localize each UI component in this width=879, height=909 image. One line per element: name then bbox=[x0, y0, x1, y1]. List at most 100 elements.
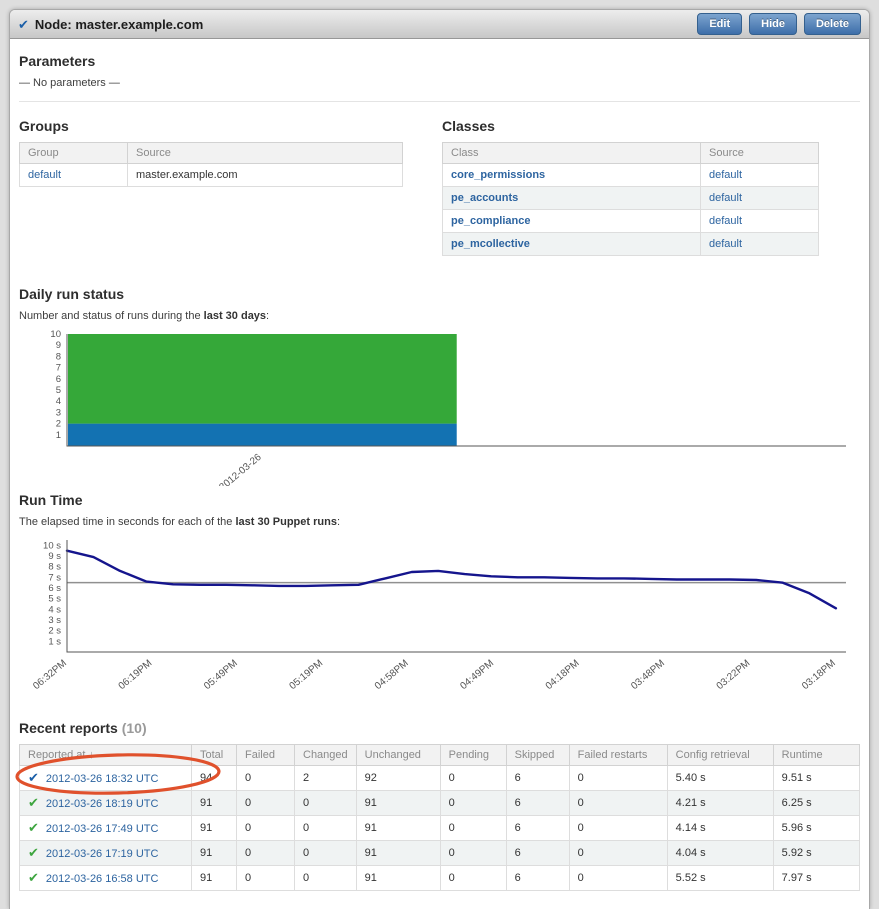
report-cell-changed: 0 bbox=[294, 865, 357, 891]
class-row: core_permissions default bbox=[442, 163, 819, 187]
svg-text:4: 4 bbox=[56, 396, 61, 407]
column-header-label: Skipped bbox=[514, 749, 555, 761]
svg-text:10: 10 bbox=[50, 329, 61, 340]
reports-column-skipped: Skipped bbox=[505, 744, 570, 766]
report-cell-failed: 0 bbox=[236, 840, 295, 866]
runtime-desc-prefix: The elapsed time in seconds for each of … bbox=[19, 516, 236, 528]
svg-text:2: 2 bbox=[56, 419, 61, 430]
class-link[interactable]: pe_compliance bbox=[451, 215, 530, 227]
svg-text:05:49PM: 05:49PM bbox=[202, 658, 240, 692]
svg-text:06:32PM: 06:32PM bbox=[31, 658, 69, 692]
hide-button[interactable]: Hide bbox=[749, 13, 797, 35]
run-time-heading: Run Time bbox=[19, 492, 83, 508]
column-header-label: Runtime bbox=[781, 749, 823, 761]
report-link[interactable]: 2012-03-26 17:49 UTC bbox=[46, 823, 159, 835]
report-cell-failed: 0 bbox=[236, 790, 295, 816]
groups-column-group: Group bbox=[19, 142, 128, 164]
report-row: ✔ 2012-03-26 17:49 UTC 91 0 0 91 0 6 0 4.14 s 5.96… bbox=[19, 815, 861, 841]
delete-button[interactable]: Delete bbox=[803, 13, 861, 35]
page-content: Parameters — No parameters — Groups Grou… bbox=[10, 39, 869, 891]
runtime-desc-suffix: : bbox=[336, 516, 341, 528]
report-cell-pending: 0 bbox=[439, 815, 507, 841]
svg-text:03:22PM: 03:22PM bbox=[715, 658, 753, 692]
daily-run-status-chart: 12345678910 2012-03-26 bbox=[50, 329, 846, 486]
groups-table: Group Source default master.example.com bbox=[19, 142, 403, 187]
svg-text:05:19PM: 05:19PM bbox=[287, 658, 325, 692]
svg-text:5: 5 bbox=[56, 385, 61, 396]
svg-text:9 s: 9 s bbox=[48, 551, 61, 562]
node-titlebar: ✔ Node: master.example.com Edit Hide Del… bbox=[10, 10, 869, 39]
class-source-link[interactable]: default bbox=[709, 192, 742, 204]
groups-column-source: Source bbox=[127, 142, 403, 164]
svg-text:4 s: 4 s bbox=[48, 604, 61, 615]
svg-text:03:48PM: 03:48PM bbox=[629, 658, 667, 692]
svg-text:7: 7 bbox=[56, 363, 61, 374]
svg-text:3: 3 bbox=[56, 407, 61, 418]
report-cell-total: 91 bbox=[191, 790, 237, 816]
unchanged-status-check-icon: ✔ bbox=[28, 795, 39, 810]
reports-column-total: Total bbox=[191, 744, 237, 766]
column-header-label: Changed bbox=[303, 749, 348, 761]
report-cell-failed-restarts: 0 bbox=[568, 815, 668, 841]
recent-reports-table: Reported at ↓ Total Failed Changed Unchanged P… bbox=[19, 744, 861, 891]
report-row: ✔ 2012-03-26 18:19 UTC 91 0 0 91 0 6 0 4.21 s 6.25… bbox=[19, 790, 861, 816]
class-row: pe_compliance default bbox=[442, 209, 819, 233]
edit-button[interactable]: Edit bbox=[697, 13, 743, 35]
report-link[interactable]: 2012-03-26 17:19 UTC bbox=[46, 848, 159, 860]
run-time-chart: 1 s2 s3 s4 s5 s6 s7 s8 s9 s10 s 06:32PM 06… bbox=[31, 540, 846, 692]
daily-run-status-description: Number and status of runs during the las… bbox=[19, 310, 860, 322]
daily-desc-prefix: Number and status of runs during the bbox=[19, 310, 204, 322]
node-page: ✔ Node: master.example.com Edit Hide Del… bbox=[9, 9, 870, 909]
report-cell-failed: 0 bbox=[236, 865, 295, 891]
reports-column-failed-restarts: Failed restarts bbox=[568, 744, 668, 766]
svg-text:06:19PM: 06:19PM bbox=[117, 658, 155, 692]
report-link[interactable]: 2012-03-26 18:32 UTC bbox=[46, 773, 159, 785]
class-source-link[interactable]: default bbox=[709, 169, 742, 181]
parameters-heading: Parameters bbox=[19, 53, 96, 69]
column-header-label: Config retrieval bbox=[675, 749, 750, 761]
svg-text:10 s: 10 s bbox=[43, 540, 61, 551]
groups-heading: Groups bbox=[19, 118, 69, 134]
column-header-label: Failed bbox=[245, 749, 275, 761]
report-cell-changed: 2 bbox=[294, 765, 357, 791]
report-cell-pending: 0 bbox=[439, 865, 507, 891]
report-cell-failed-restarts: 0 bbox=[568, 865, 668, 891]
reports-column-config-retrieval: Config retrieval bbox=[666, 744, 774, 766]
recent-reports-wrap: Reported at ↓ Total Failed Changed Unchanged P… bbox=[15, 744, 861, 891]
report-cell-config-retrieval: 4.21 s bbox=[666, 790, 774, 816]
svg-text:8 s: 8 s bbox=[48, 562, 61, 573]
class-link[interactable]: pe_mcollective bbox=[451, 238, 530, 250]
report-cell-skipped: 6 bbox=[505, 790, 570, 816]
report-link[interactable]: 2012-03-26 16:58 UTC bbox=[46, 873, 159, 885]
column-header-label: Reported at bbox=[28, 749, 86, 761]
report-cell-skipped: 6 bbox=[505, 840, 570, 866]
column-header-label: Unchanged bbox=[364, 749, 421, 761]
report-cell-pending: 0 bbox=[439, 765, 507, 791]
run-time-description: The elapsed time in seconds for each of … bbox=[19, 516, 860, 528]
report-cell-config-retrieval: 5.52 s bbox=[666, 865, 774, 891]
class-source-link[interactable]: default bbox=[709, 238, 742, 250]
report-cell-runtime: 5.92 s bbox=[772, 840, 861, 866]
class-link[interactable]: pe_accounts bbox=[451, 192, 518, 204]
report-link[interactable]: 2012-03-26 18:19 UTC bbox=[46, 798, 159, 810]
report-cell-runtime: 9.51 s bbox=[772, 765, 861, 791]
report-cell-changed: 0 bbox=[294, 815, 357, 841]
recent-reports-title: Recent reports bbox=[19, 720, 118, 736]
report-cell-pending: 0 bbox=[439, 840, 507, 866]
classes-column-class: Class bbox=[442, 142, 701, 164]
class-source-link[interactable]: default bbox=[709, 215, 742, 227]
group-link[interactable]: default bbox=[28, 169, 61, 181]
report-cell-runtime: 6.25 s bbox=[772, 790, 861, 816]
svg-text:04:18PM: 04:18PM bbox=[544, 658, 582, 692]
daily-run-status-heading: Daily run status bbox=[19, 286, 125, 302]
class-link[interactable]: core_permissions bbox=[451, 169, 545, 181]
group-row: default master.example.com bbox=[19, 163, 403, 187]
report-cell-total: 94 bbox=[191, 765, 237, 791]
report-cell-total: 91 bbox=[191, 865, 237, 891]
classes-table: Class Source core_permissions default pe_a… bbox=[442, 142, 819, 256]
column-header-label: Failed restarts bbox=[577, 749, 648, 761]
svg-text:03:18PM: 03:18PM bbox=[800, 658, 838, 692]
report-cell-failed-restarts: 0 bbox=[568, 790, 668, 816]
reports-column-reported-at[interactable]: Reported at ↓ bbox=[19, 744, 192, 766]
svg-text:04:58PM: 04:58PM bbox=[373, 658, 411, 692]
